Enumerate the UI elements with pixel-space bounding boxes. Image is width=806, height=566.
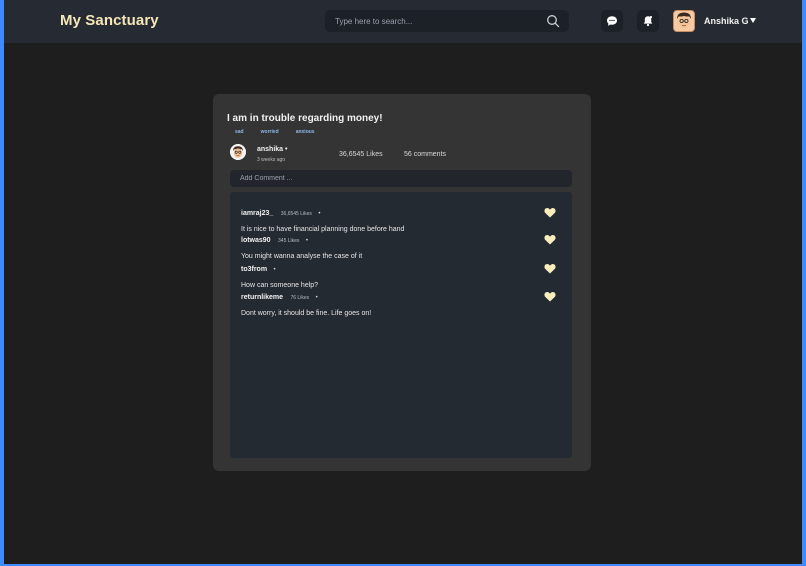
user-avatar[interactable]	[673, 10, 695, 32]
heart-icon[interactable]	[544, 291, 556, 302]
post-comments-count[interactable]: 56 comments	[404, 151, 446, 158]
heart-icon[interactable]	[544, 263, 556, 274]
separator-dot: •	[273, 267, 276, 273]
comment-username[interactable]: returnlikeme	[241, 294, 283, 301]
separator-dot: •	[318, 211, 321, 217]
brand-title[interactable]: My Sanctuary	[60, 12, 159, 29]
separator-dot: •	[305, 238, 308, 244]
add-comment-input[interactable]	[240, 175, 562, 182]
comment-item: returnlikeme 76 Likes • Dont worry, it s…	[241, 286, 561, 317]
window-frame-right	[802, 0, 806, 566]
post-tags: sad worried anxious	[235, 129, 315, 135]
author-name-text: anshika	[257, 146, 284, 153]
bell-icon	[643, 16, 653, 27]
search-input[interactable]	[335, 16, 535, 26]
tag-sad[interactable]: sad	[235, 129, 244, 135]
comment-likes: 345 Likes	[278, 238, 300, 244]
comment-text: Dont worry, it should be fine. Life goes…	[241, 310, 372, 317]
username-label[interactable]: Anshika G	[704, 16, 749, 26]
comment-username[interactable]: to3from	[241, 266, 267, 273]
comment-likes: 36,6545 Likes	[280, 211, 312, 217]
comment-item: to3from • How can someone help?	[241, 258, 561, 289]
post-likes-count[interactable]: 36,6545 Likes	[339, 151, 383, 158]
post-timestamp: 3 weeks ago	[257, 157, 286, 163]
heart-icon[interactable]	[544, 234, 556, 245]
heart-icon[interactable]	[544, 207, 556, 218]
comment-item: lotwas90 345 Likes • You might wanna ana…	[241, 229, 561, 260]
tag-worried[interactable]: worried	[261, 129, 279, 135]
avatar-face-icon	[230, 144, 246, 160]
top-navbar: My Sanctuary Type here to search... Ansh…	[4, 0, 802, 43]
comment-likes: 76 Likes	[290, 295, 310, 301]
search-icon[interactable]	[546, 14, 560, 28]
separator-dot: •	[285, 146, 288, 153]
comment-username[interactable]: lotwas90	[241, 237, 271, 244]
chat-bubble-icon	[607, 16, 617, 26]
messages-button[interactable]	[601, 10, 623, 32]
author-avatar[interactable]	[230, 144, 246, 160]
comments-list: iamraj23_ 36,6545 Likes • It is nice to …	[230, 192, 572, 458]
avatar-face-icon	[674, 11, 694, 31]
post-card: I am in trouble regarding money! sad wor…	[213, 94, 591, 471]
tag-anxious[interactable]: anxious	[296, 129, 315, 135]
search-bar	[325, 10, 569, 32]
post-title: I am in trouble regarding money!	[227, 113, 383, 124]
comment-username[interactable]: iamraj23_	[241, 210, 273, 217]
separator-dot: •	[315, 295, 318, 301]
chevron-down-icon[interactable]	[750, 18, 756, 23]
window-frame-left	[0, 0, 4, 566]
notifications-button[interactable]	[637, 10, 659, 32]
add-comment-box	[230, 170, 572, 187]
author-name[interactable]: anshika •	[257, 146, 287, 153]
